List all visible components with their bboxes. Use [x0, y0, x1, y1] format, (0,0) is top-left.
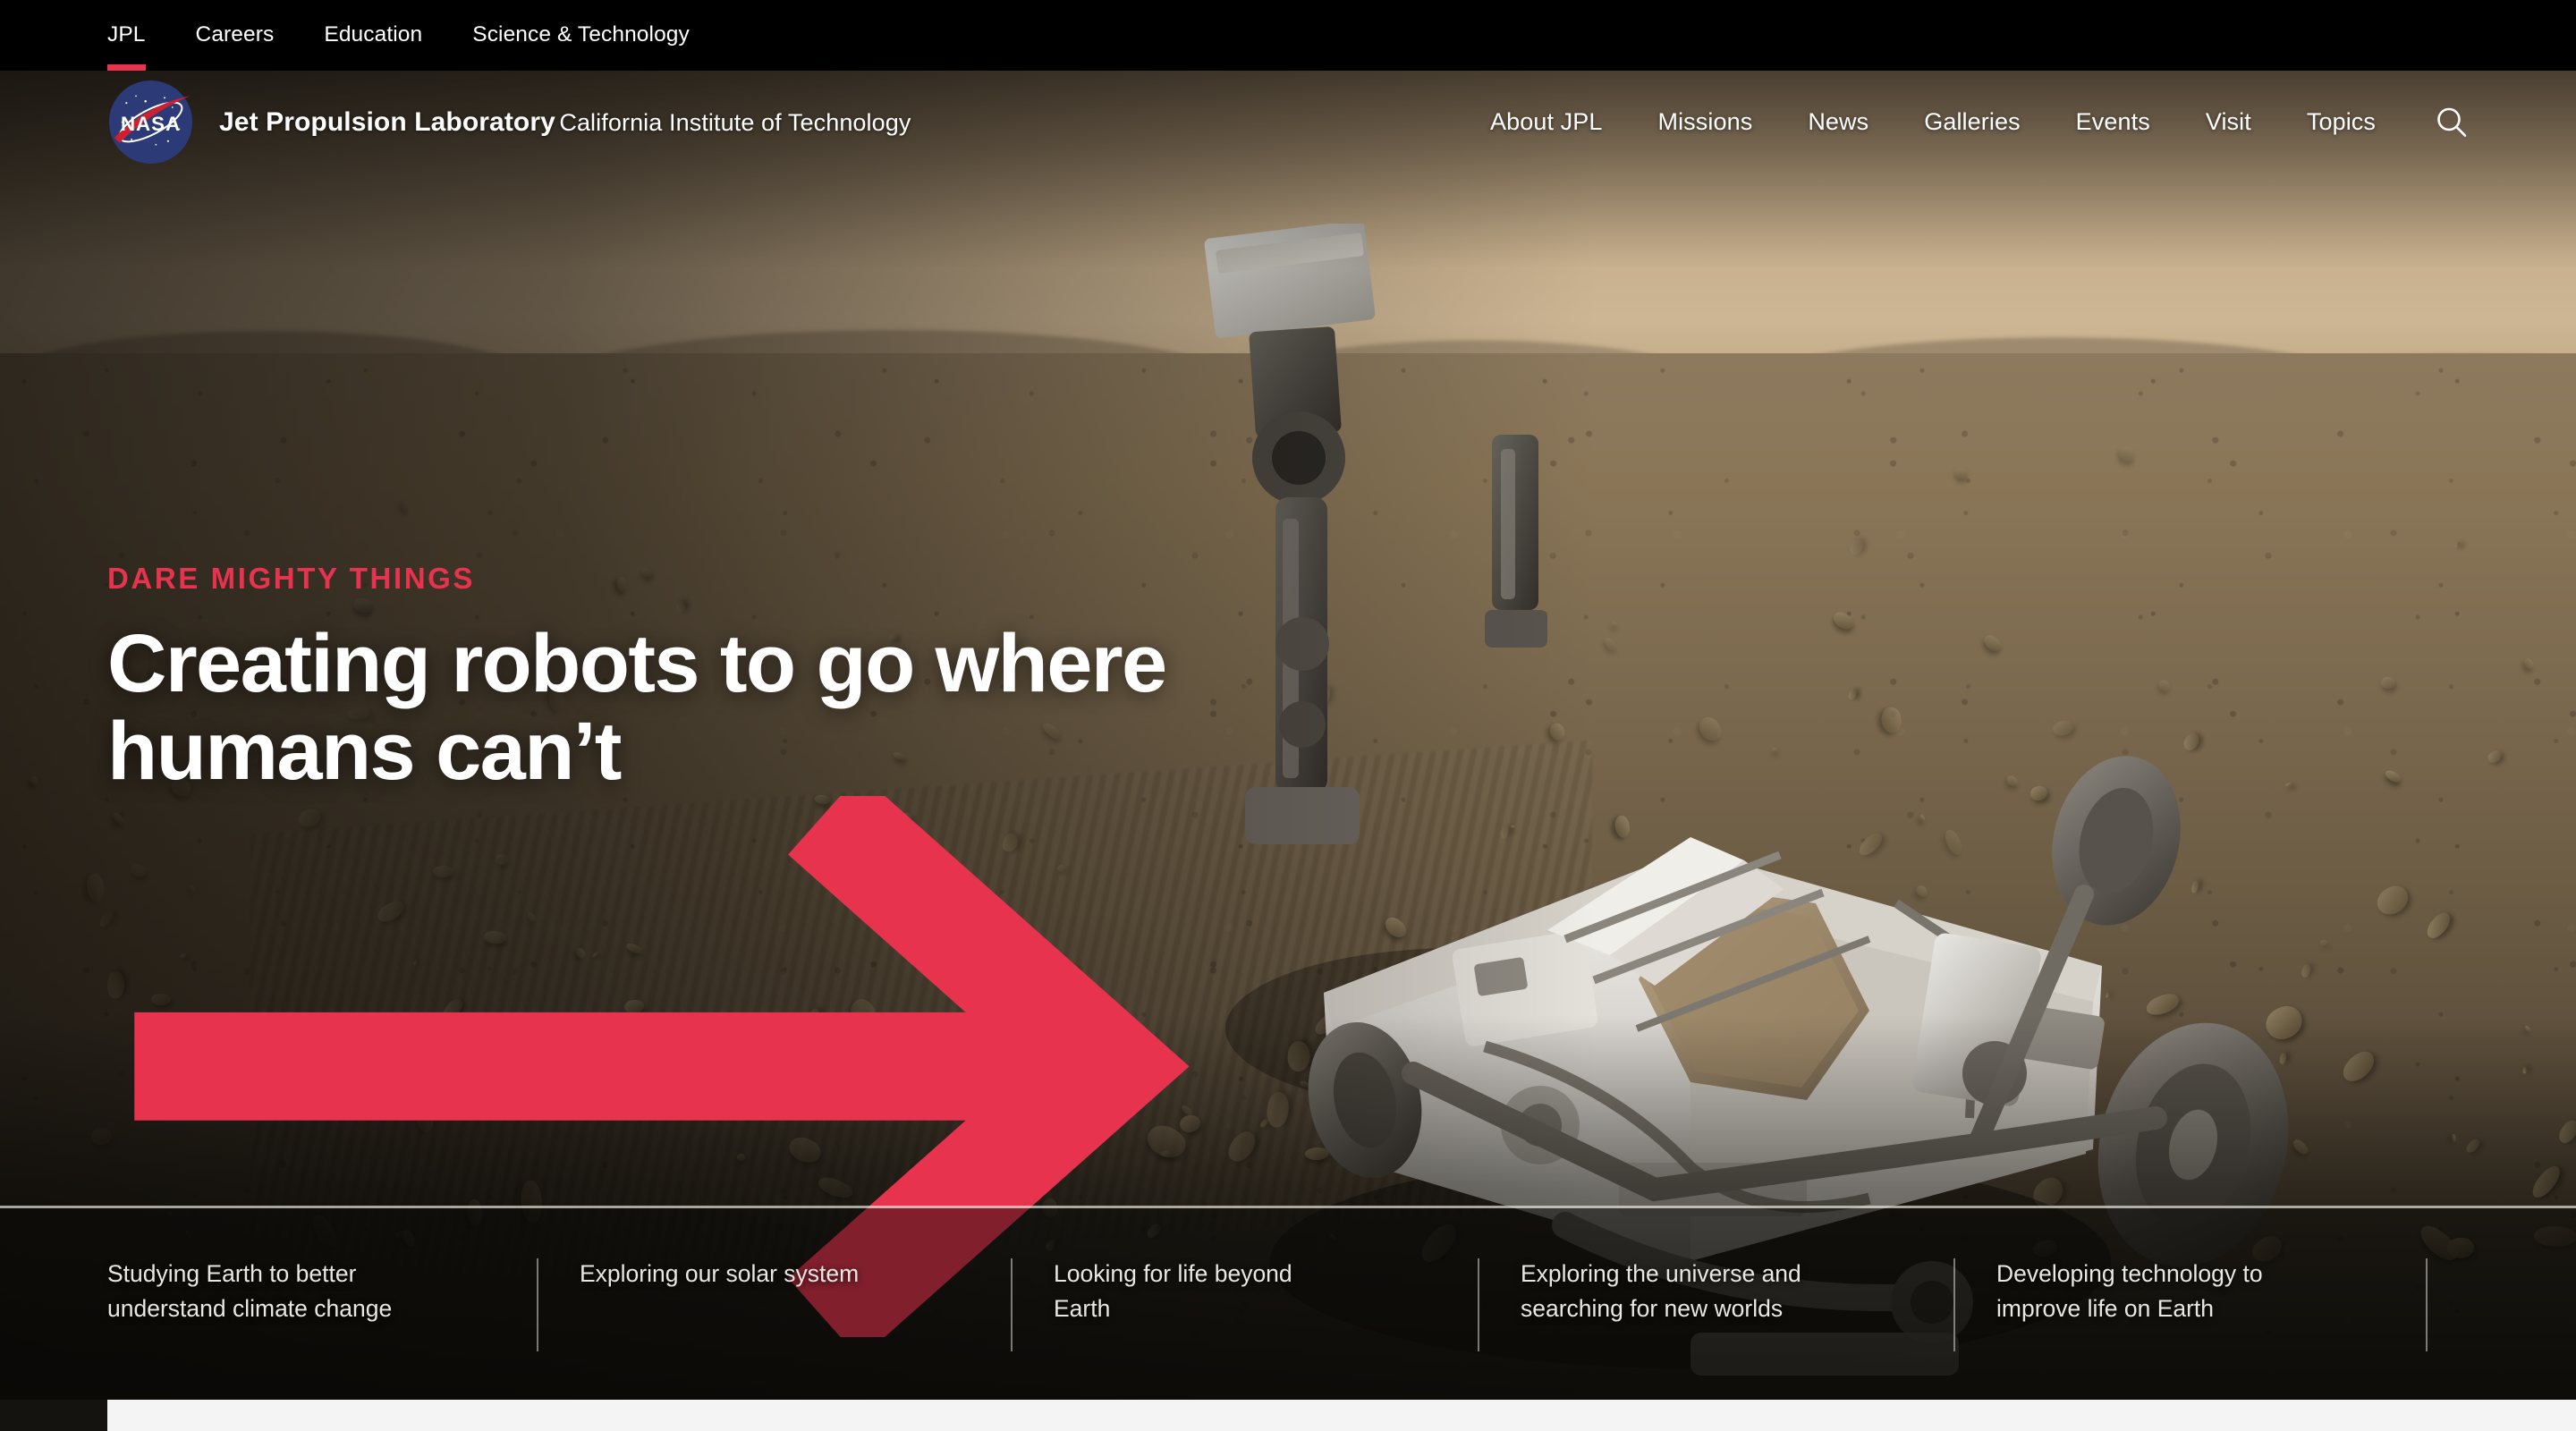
feature-strip: Studying Earth to better understand clim…	[0, 1208, 2576, 1400]
nasa-meatball-icon: NASA	[107, 79, 194, 165]
feature-item[interactable]: Exploring the universe and searching for…	[1521, 1257, 1941, 1326]
nav-item-about-jpl[interactable]: About JPL	[1490, 110, 1603, 134]
feature-divider	[2426, 1258, 2428, 1351]
feature-item[interactable]: Developing technology to improve life on…	[1996, 1257, 2417, 1326]
nav-item-galleries[interactable]: Galleries	[1924, 110, 2020, 134]
utility-nav-bar: JPL Careers Education Science & Technolo…	[0, 0, 2576, 71]
utility-nav-item-education[interactable]: Education	[324, 24, 422, 47]
main-navigation: About JPL Missions News Galleries Events…	[1490, 104, 2470, 141]
utility-nav-item-jpl[interactable]: JPL	[107, 24, 146, 70]
utility-nav-item-science-technology[interactable]: Science & Technology	[472, 24, 690, 47]
utility-nav-item-careers[interactable]: Careers	[196, 24, 275, 47]
brand-title: Jet Propulsion Laboratory	[219, 106, 555, 137]
content-panel-top	[107, 1400, 2576, 1431]
brand-subtitle: California Institute of Technology	[559, 108, 911, 136]
nav-item-news[interactable]: News	[1808, 110, 1868, 134]
nav-item-topics[interactable]: Topics	[2307, 110, 2376, 134]
feature-divider	[1953, 1258, 1955, 1351]
feature-item[interactable]: Exploring our solar system	[580, 1257, 1000, 1291]
jpl-homepage: JPL Careers Education Science & Technolo…	[0, 0, 2576, 1431]
feature-strip-divider-rule	[0, 1206, 2576, 1208]
svg-text:NASA: NASA	[121, 113, 181, 135]
feature-divider	[1011, 1258, 1013, 1351]
nav-item-visit[interactable]: Visit	[2206, 110, 2251, 134]
search-icon[interactable]	[2433, 104, 2470, 141]
brand-logo-link[interactable]: NASA Jet Propulsion Laboratory Californi…	[107, 79, 911, 165]
feature-item[interactable]: Studying Earth to better understand clim…	[107, 1257, 528, 1326]
hero-headline: Creating robots to go where humans can’t	[107, 618, 1167, 798]
feature-item[interactable]: Looking for life beyond Earth	[1054, 1257, 1474, 1326]
feature-divider	[537, 1258, 538, 1351]
site-masthead: NASA Jet Propulsion Laboratory Californi…	[0, 71, 2576, 174]
hero-eyebrow: DARE MIGHTY THINGS	[107, 562, 476, 595]
nav-item-events[interactable]: Events	[2076, 110, 2150, 134]
nav-item-missions[interactable]: Missions	[1657, 110, 1752, 134]
feature-divider	[1478, 1258, 1479, 1351]
